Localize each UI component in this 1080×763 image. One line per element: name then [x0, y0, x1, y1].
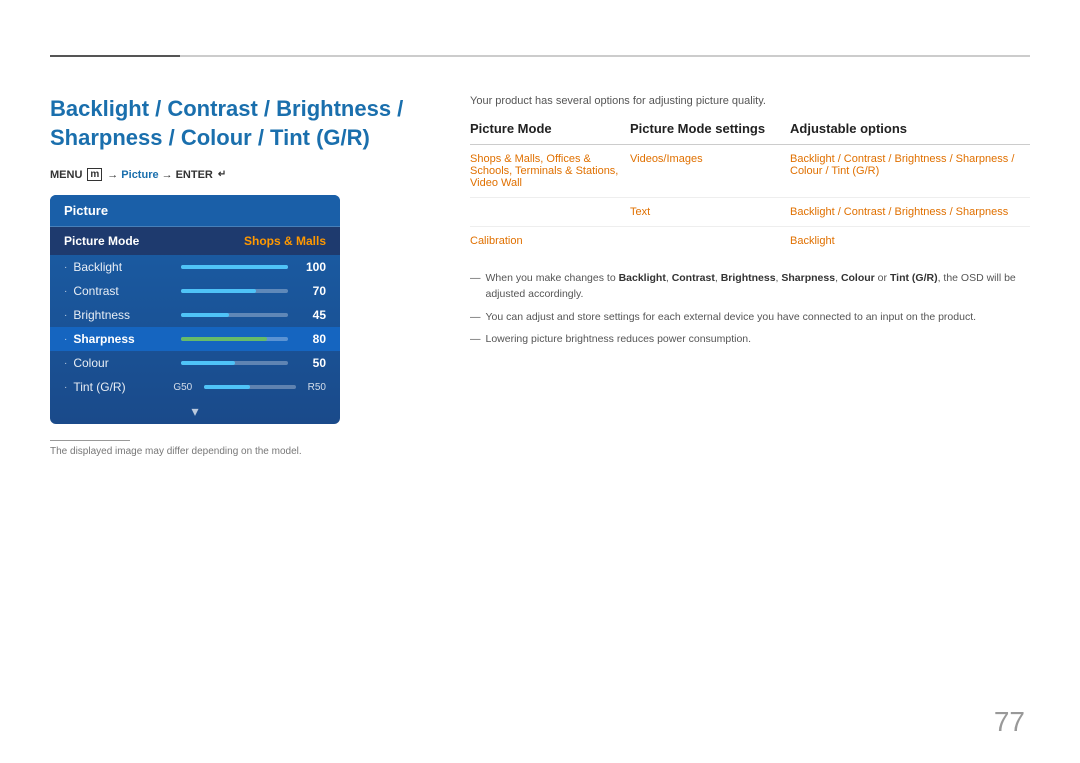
osd-row-brightness[interactable]: · Brightness 45 [50, 303, 340, 327]
osd-row-contrast[interactable]: · Contrast 70 [50, 279, 340, 303]
title-line2: Sharpness / Colour / Tint (G/R) [50, 125, 370, 150]
col-header-adjustable: Adjustable options [790, 121, 1030, 145]
osd-row-backlight[interactable]: · Backlight 100 [50, 255, 340, 279]
backlight-bar [181, 265, 288, 269]
menu-label: MENU [50, 169, 82, 181]
note-2: ― You can adjust and store settings for … [470, 310, 1030, 326]
dot-sharpness: · [64, 334, 67, 345]
contrast-value: 70 [296, 284, 326, 298]
sharpness-bar [181, 337, 288, 341]
intro-text: Your product has several options for adj… [470, 95, 1030, 107]
note2-text: You can adjust and store settings for ea… [486, 310, 977, 326]
info-table: Picture Mode Picture Mode settings Adjus… [470, 121, 1030, 255]
menu-path: MENU m → Picture → ENTER ↵ [50, 168, 430, 181]
footnote-text: The displayed image may differ depending… [50, 446, 430, 457]
contrast-label: Contrast [73, 284, 173, 298]
note-3: ― Lowering picture brightness reduces po… [470, 332, 1030, 348]
colour-value: 50 [296, 356, 326, 370]
col-header-settings: Picture Mode settings [630, 121, 790, 145]
page-title: Backlight / Contrast / Brightness / Shar… [50, 95, 430, 152]
sharpness-value: 80 [296, 332, 326, 346]
brightness-bar [181, 313, 288, 317]
right-column: Your product has several options for adj… [470, 95, 1030, 457]
note1-text: When you make changes to Backlight, Cont… [486, 271, 1031, 303]
table-row-3: Calibration Backlight [470, 227, 1030, 256]
note3-text: Lowering picture brightness reduces powe… [486, 332, 752, 348]
note-1: ― When you make changes to Backlight, Co… [470, 271, 1030, 303]
row1-mode: Shops & Malls, Offices & Schools, Termin… [470, 145, 630, 198]
osd-row-colour[interactable]: · Colour 50 [50, 351, 340, 375]
notes-section: ― When you make changes to Backlight, Co… [470, 271, 1030, 348]
row1-settings: Videos/Images [630, 145, 790, 198]
contrast-bar [181, 289, 288, 293]
dot-colour: · [64, 358, 67, 369]
dot-contrast: · [64, 286, 67, 297]
tint-g-label: G50 [173, 382, 192, 393]
picture-mode-value: Shops & Malls [244, 234, 326, 248]
page-container: Backlight / Contrast / Brightness / Shar… [0, 0, 1080, 763]
sharpness-label: Sharpness [73, 332, 173, 346]
title-line1: Backlight / Contrast / Brightness / [50, 96, 403, 121]
brightness-value: 45 [296, 308, 326, 322]
row3-settings [630, 227, 790, 256]
osd-chevron[interactable]: ▾ [50, 399, 340, 424]
footnote-bar [50, 440, 130, 441]
arrow2: → [162, 169, 173, 181]
row2-mode [470, 198, 630, 227]
top-rule-accent [50, 55, 180, 57]
enter-label: ENTER [176, 169, 213, 181]
dot-backlight: · [64, 262, 67, 273]
note1-dash: ― [470, 271, 481, 303]
picture-label: Picture [121, 169, 158, 181]
footnote-area: The displayed image may differ depending… [50, 440, 430, 457]
osd-row-tint[interactable]: · Tint (G/R) G50 R50 [50, 375, 340, 399]
arrow1: → [107, 169, 118, 181]
table-row-2: Text Backlight / Contrast / Brightness /… [470, 198, 1030, 227]
colour-bar [181, 361, 288, 365]
backlight-label: Backlight [73, 260, 173, 274]
osd-row-sharpness[interactable]: · Sharpness 80 [50, 327, 340, 351]
page-number: 77 [994, 706, 1025, 738]
note3-dash: ― [470, 332, 481, 348]
row3-adjustable: Backlight [790, 227, 1030, 256]
brightness-label: Brightness [73, 308, 173, 322]
top-rule [50, 55, 1030, 57]
enter-icon: ↵ [218, 169, 226, 180]
dot-brightness: · [64, 310, 67, 321]
picture-mode-label: Picture Mode [64, 234, 244, 248]
tint-inner: G50 R50 [173, 382, 326, 393]
row2-settings: Text [630, 198, 790, 227]
tint-r-label: R50 [308, 382, 326, 393]
menu-icon: m [87, 168, 102, 181]
row2-adjustable: Backlight / Contrast / Brightness / Shar… [790, 198, 1030, 227]
row1-adjustable: Backlight / Contrast / Brightness / Shar… [790, 145, 1030, 198]
osd-picture-mode-row[interactable]: Picture Mode Shops & Malls [50, 227, 340, 255]
col-header-mode: Picture Mode [470, 121, 630, 145]
osd-panel: Picture Picture Mode Shops & Malls · Bac… [50, 195, 340, 424]
backlight-value: 100 [296, 260, 326, 274]
row3-mode: Calibration [470, 227, 630, 256]
colour-label: Colour [73, 356, 173, 370]
osd-header: Picture [50, 195, 340, 227]
tint-label: Tint (G/R) [73, 380, 173, 394]
table-row-1: Shops & Malls, Offices & Schools, Termin… [470, 145, 1030, 198]
dot-tint: · [64, 382, 67, 393]
left-column: Backlight / Contrast / Brightness / Shar… [50, 95, 430, 457]
tint-bar [204, 385, 295, 389]
note2-dash: ― [470, 310, 481, 326]
